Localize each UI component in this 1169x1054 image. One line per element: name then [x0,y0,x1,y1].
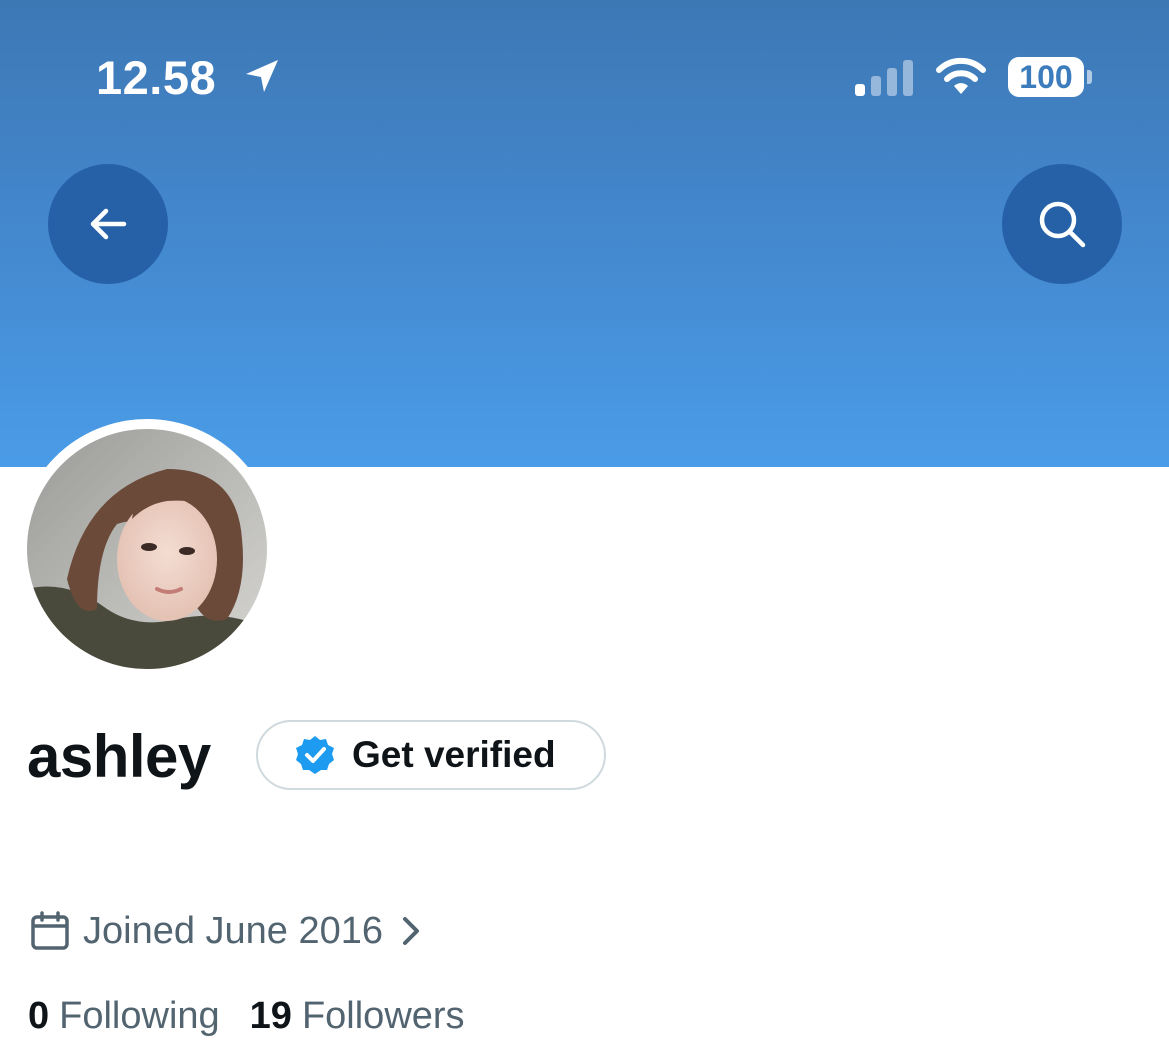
joined-date-text: Joined June 2016 [83,910,384,952]
avatar[interactable] [27,429,267,669]
chevron-right-icon [403,917,420,945]
arrow-left-icon [90,208,127,240]
battery-cap [1087,70,1092,84]
display-name: ashley [27,723,211,790]
search-icon [1039,201,1086,248]
following-count: 0 [28,994,50,1037]
status-bar: 12.58 100 [0,0,1169,150]
following-link[interactable]: 0 Following [28,995,220,1038]
followers-link[interactable]: 19 Followers [250,995,465,1038]
search-button[interactable] [1002,164,1122,284]
verified-badge-icon [296,736,334,774]
battery-level: 100 [1019,59,1073,95]
followers-label: Followers [301,994,465,1037]
avatar-photo [27,429,267,669]
joined-date-row[interactable]: Joined June 2016 [29,906,425,956]
followers-count: 19 [249,994,292,1037]
wifi-icon [936,57,986,94]
status-time: 12.58 [96,51,217,104]
battery-icon: 100 [1008,57,1084,97]
get-verified-label: Get verified [352,734,556,775]
avatar-border [17,419,277,679]
cellular-signal-icon [855,60,913,96]
calendar-icon [31,911,69,950]
follow-stats: 0 Following 19 Followers [28,990,465,1042]
following-label: Following [59,994,220,1037]
get-verified-button[interactable]: Get verified [256,720,606,790]
back-button[interactable] [48,164,168,284]
location-arrow-icon [246,60,278,92]
